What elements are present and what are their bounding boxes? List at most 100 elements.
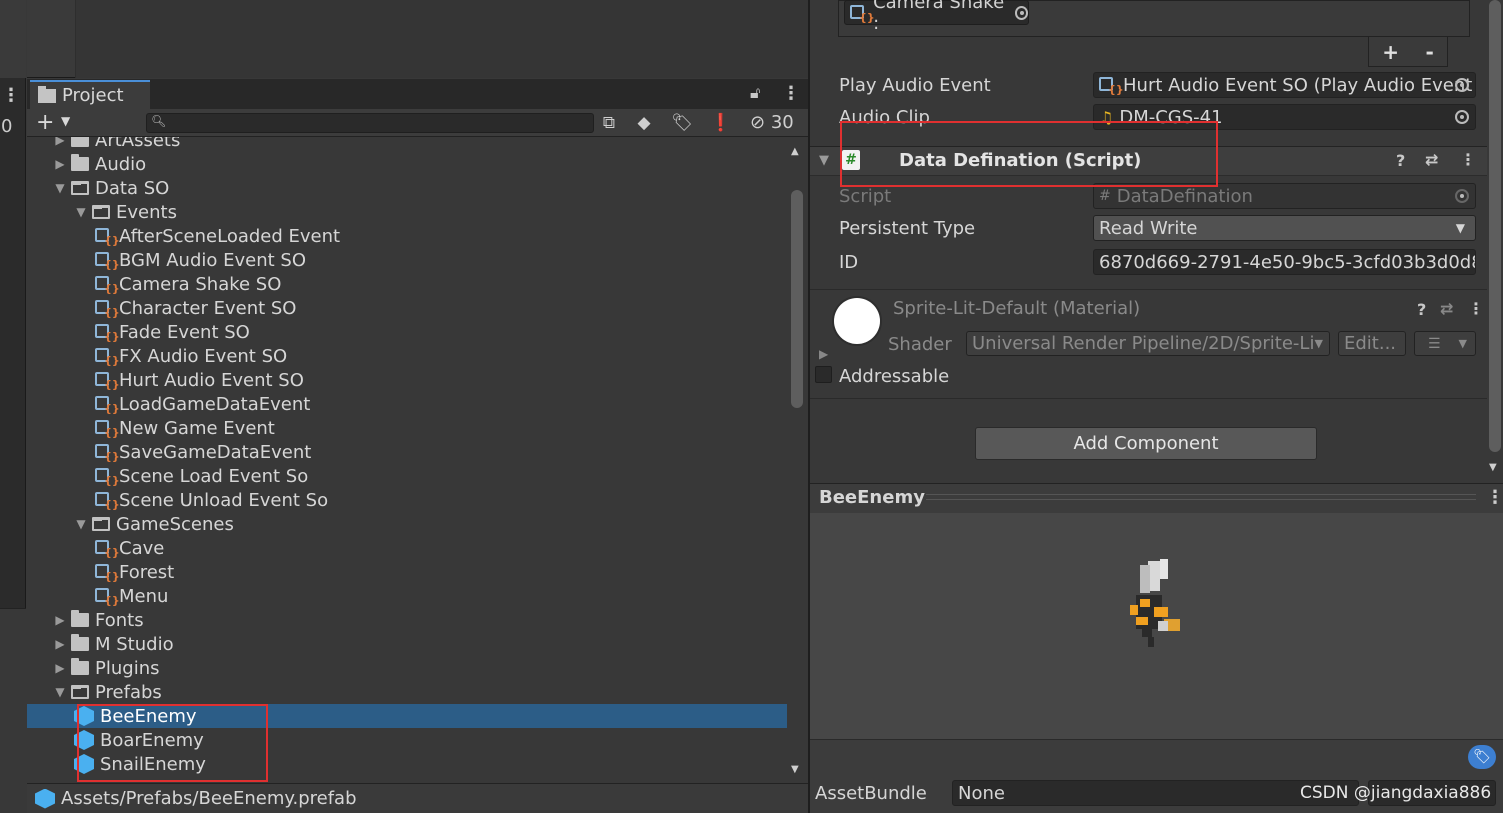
tree-asset-row[interactable]: {} FX Audio Event SO xyxy=(27,344,787,368)
hidden-count-value: 30 xyxy=(770,112,794,133)
tree-asset-row[interactable]: {} AfterSceneLoaded Event xyxy=(27,224,787,248)
eye-slash-icon: ⊘ xyxy=(750,112,766,133)
foldout-open-arrow-icon[interactable]: ▼ xyxy=(74,517,88,531)
filter-by-label-icon[interactable]: 🏷︎ xyxy=(670,112,694,134)
script-file-icon: # xyxy=(1099,188,1111,204)
project-tab-label: Project xyxy=(62,85,124,106)
folder-open-icon xyxy=(92,205,110,219)
chevron-down-icon: ▼ xyxy=(1455,221,1465,235)
tree-asset-row[interactable]: {} Menu xyxy=(27,584,787,608)
create-dropdown-caret-icon[interactable]: ▼ xyxy=(61,114,70,128)
foldout-closed-arrow-icon[interactable]: ▶ xyxy=(53,637,67,651)
object-picker-icon[interactable] xyxy=(1014,5,1028,20)
help-icon[interactable]: ? xyxy=(1396,151,1405,170)
play-audio-event-label: Play Audio Event xyxy=(839,75,991,96)
foldout-closed-arrow-icon[interactable]: ▶ xyxy=(53,137,67,147)
object-picker-icon[interactable] xyxy=(1455,110,1469,124)
tree-folder-row[interactable]: ▶ ArtAssets xyxy=(27,137,787,152)
shader-edit-button[interactable]: Edit... xyxy=(1338,331,1406,356)
warning-filter-icon[interactable]: ❗ xyxy=(709,112,733,134)
event-list-item-label: Camera Shake : xyxy=(873,0,1005,34)
material-foldout-arrow-icon[interactable]: ▶ xyxy=(819,347,828,361)
play-audio-event-field[interactable]: {} Hurt Audio Event SO (Play Audio Event xyxy=(1093,72,1476,98)
filter-by-type-icon[interactable]: ◆ xyxy=(632,112,656,134)
foldout-open-arrow-icon[interactable]: ▼ xyxy=(53,685,67,699)
id-field[interactable]: 6870d669-2791-4e50-9bc5-3cfd03b3d0d8 xyxy=(1093,249,1476,275)
scriptable-object-icon: {} xyxy=(95,299,120,318)
shader-dropdown[interactable]: Universal Render Pipeline/2D/Sprite-Li ▼ xyxy=(966,331,1330,356)
tree-asset-row[interactable]: {} LoadGameDataEvent xyxy=(27,392,787,416)
tree-asset-row[interactable]: {} SaveGameDataEvent xyxy=(27,440,787,464)
tree-folder-row[interactable]: ▶ M Studio xyxy=(27,632,787,656)
tree-folder-row[interactable]: ▼ Events xyxy=(27,200,787,224)
list-remove-button[interactable]: - xyxy=(1425,40,1433,64)
scroll-up-arrow-icon[interactable]: ▲ xyxy=(791,146,799,157)
scriptable-object-icon: {} xyxy=(95,323,120,342)
scroll-down-arrow-icon[interactable]: ▼ xyxy=(791,764,799,775)
component-foldout-arrow-icon[interactable]: ▼ xyxy=(819,153,829,168)
assetbundle-dropdown[interactable]: None xyxy=(952,780,1359,806)
foldout-open-arrow-icon[interactable]: ▼ xyxy=(53,181,67,195)
add-component-button[interactable]: Add Component xyxy=(975,427,1317,460)
preset-icon[interactable]: ⇄ xyxy=(1425,150,1438,169)
help-icon[interactable]: ? xyxy=(1417,300,1426,319)
tree-item-label: ArtAssets xyxy=(95,137,181,151)
tree-asset-row[interactable]: {} Camera Shake SO xyxy=(27,272,787,296)
addressable-checkbox[interactable] xyxy=(815,366,832,383)
foldout-closed-arrow-icon[interactable]: ▶ xyxy=(53,661,67,675)
tree-asset-row[interactable]: {} New Game Event xyxy=(27,416,787,440)
lock-icon[interactable]: 🔓︎ xyxy=(750,83,760,103)
tree-item-label: Cave xyxy=(119,537,165,559)
project-tab[interactable]: Project xyxy=(30,80,150,109)
tree-folder-row[interactable]: ▶ Audio xyxy=(27,152,787,176)
scroll-down-arrow-icon[interactable]: ▼ xyxy=(1489,462,1497,473)
tree-item-label: LoadGameDataEvent xyxy=(119,393,311,415)
tree-item-label: Data SO xyxy=(95,177,170,199)
assetbundle-label: AssetBundle xyxy=(815,783,927,804)
scriptable-object-icon: {} xyxy=(95,347,120,366)
foldout-closed-arrow-icon[interactable]: ▶ xyxy=(53,613,67,627)
preset-icon[interactable]: ⇄ xyxy=(1440,299,1453,318)
tree-asset-row[interactable]: {} Scene Load Event So xyxy=(27,464,787,488)
tag-icon[interactable]: 🏷︎ xyxy=(1468,745,1496,769)
list-add-button[interactable]: + xyxy=(1382,40,1399,64)
tree-folder-row[interactable]: ▼ Data SO xyxy=(27,176,787,200)
material-title: Sprite-Lit-Default (Material) xyxy=(893,298,1141,319)
project-scrollbar-thumb[interactable] xyxy=(791,190,803,408)
tree-item-label: Audio xyxy=(95,153,147,175)
tree-folder-row[interactable]: ▼ Prefabs xyxy=(27,680,787,704)
hidden-packages-toggle[interactable]: ⊘ 30 xyxy=(750,112,794,133)
tree-folder-row[interactable]: ▼ GameScenes xyxy=(27,512,787,536)
section-divider xyxy=(810,398,1487,399)
material-menu-icon[interactable]: ⋮ xyxy=(1468,299,1484,318)
search-input[interactable] xyxy=(146,113,594,133)
scriptable-object-icon: {} xyxy=(95,563,120,582)
tree-asset-row[interactable]: {} Scene Unload Event So xyxy=(27,488,787,512)
foldout-closed-arrow-icon[interactable]: ▶ xyxy=(53,157,67,171)
tree-asset-row[interactable]: {} Fade Event SO xyxy=(27,320,787,344)
create-plus-button[interactable]: + xyxy=(36,111,54,135)
tree-asset-row[interactable]: {} Forest xyxy=(27,560,787,584)
search-by-type-icon[interactable]: ⧉ xyxy=(597,112,621,134)
preview-area xyxy=(810,513,1503,739)
kebab-menu-icon[interactable]: ⋮ xyxy=(2,85,20,106)
tree-asset-row[interactable]: {} Cave xyxy=(27,536,787,560)
scriptable-object-icon: {} xyxy=(1099,76,1124,95)
foldout-open-arrow-icon[interactable]: ▼ xyxy=(74,205,88,219)
tree-asset-row[interactable]: {} Hurt Audio Event SO xyxy=(27,368,787,392)
panel-menu-icon[interactable]: ⋮ xyxy=(782,83,800,104)
left-strip-lower xyxy=(0,608,26,813)
persistent-type-dropdown[interactable]: Read Write ▼ xyxy=(1093,215,1476,241)
tree-asset-row[interactable]: {} Character Event SO xyxy=(27,296,787,320)
component-menu-icon[interactable]: ⋮ xyxy=(1460,150,1476,169)
tree-folder-row[interactable]: ▶ Plugins xyxy=(27,656,787,680)
event-list-item[interactable]: {} Camera Shake : xyxy=(844,0,1029,34)
tree-asset-row[interactable]: {} BGM Audio Event SO xyxy=(27,248,787,272)
shader-options-dropdown[interactable]: ☰ ▼ xyxy=(1414,331,1476,356)
preview-drag-handle[interactable] xyxy=(926,494,1476,500)
tree-folder-row[interactable]: ▶ Fonts xyxy=(27,608,787,632)
highlight-box-prefabs xyxy=(77,704,268,782)
object-picker-icon[interactable] xyxy=(1455,78,1469,92)
inspector-scrollbar-thumb[interactable] xyxy=(1489,0,1501,452)
preview-menu-icon[interactable]: ⋮ xyxy=(1486,487,1503,508)
